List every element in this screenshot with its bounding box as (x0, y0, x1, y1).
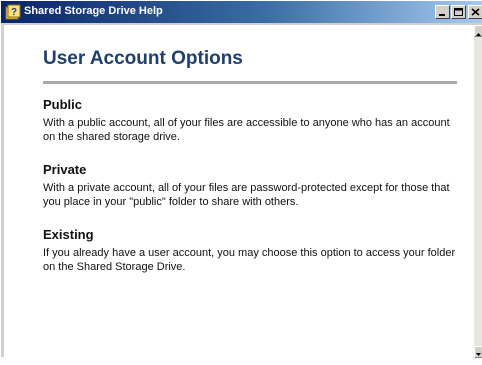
section-heading: Private (43, 162, 87, 177)
scroll-up-button[interactable] (474, 25, 482, 37)
title-divider (43, 81, 457, 84)
section-body: With a public account, all of your files… (43, 117, 450, 143)
minimize-icon (439, 14, 445, 16)
page-title: User Account Options (43, 48, 243, 69)
svg-text:?: ? (11, 7, 17, 18)
title-bar[interactable]: ? Shared Storage Drive Help (1, 1, 482, 23)
section-body: With a private account, all of your file… (43, 182, 450, 208)
close-button[interactable] (468, 5, 482, 19)
section-heading: Existing (43, 227, 94, 242)
help-window: ? Shared Storage Drive Help User Account… (0, 0, 482, 358)
section-heading: Public (43, 97, 83, 112)
section-body: If you already have a user account, you … (43, 247, 456, 273)
scroll-down-button[interactable] (474, 346, 482, 358)
section-private: Private With a private account, all of y… (43, 162, 457, 209)
restore-button[interactable] (451, 5, 466, 19)
window-title: Shared Storage Drive Help (24, 5, 163, 17)
section-public: Public With a public account, all of you… (43, 97, 457, 144)
arrow-down-icon (476, 353, 481, 356)
section-existing: Existing If you already have a user acco… (43, 227, 457, 274)
vertical-scrollbar[interactable] (474, 25, 482, 358)
restore-icon (454, 8, 463, 16)
close-icon (471, 8, 480, 16)
arrow-up-icon (476, 33, 481, 36)
help-content: User Account Options Public With a publi… (4, 25, 474, 358)
help-question-icon: ? (5, 4, 21, 20)
minimize-button[interactable] (435, 5, 450, 19)
